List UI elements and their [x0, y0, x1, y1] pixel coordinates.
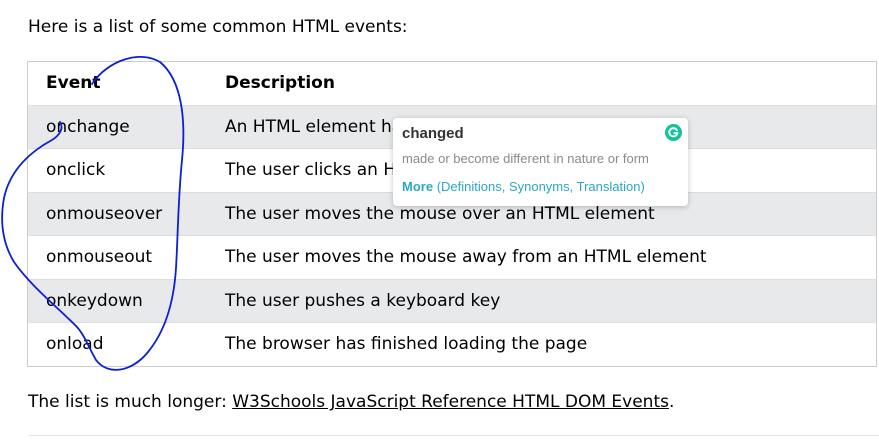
event-name: onclick	[46, 160, 106, 181]
more-links[interactable]: (Definitions, Synonyms, Translation)	[437, 179, 645, 194]
popup-word: changed	[402, 125, 464, 142]
dom-events-reference-link[interactable]: W3Schools JavaScript Reference HTML DOM …	[232, 392, 669, 412]
page: Here is a list of some common HTML event…	[0, 0, 879, 442]
event-name: onkeydown	[46, 290, 143, 311]
outro-text: The list is much longer: W3Schools JavaS…	[28, 389, 674, 415]
header-description: Description	[225, 61, 877, 106]
grammarly-icon[interactable]	[665, 124, 682, 141]
more-link[interactable]: More	[402, 179, 433, 194]
header-event: Event	[27, 61, 225, 106]
event-name: onmouseover	[46, 203, 163, 224]
events-table: Event Description onchange An HTML eleme…	[27, 61, 877, 367]
dictionary-popup: changed made or become different in natu…	[393, 118, 688, 206]
outro-prefix: The list is much longer:	[28, 392, 233, 412]
event-name: onmouseout	[46, 247, 153, 268]
divider	[28, 435, 879, 436]
table-row: onmouseout The user moves the mouse away…	[27, 235, 877, 279]
event-name: onload	[46, 334, 104, 355]
table-row: onkeydown The user pushes a keyboard key	[27, 279, 877, 323]
event-description: The user moves the mouse away from an HT…	[225, 247, 707, 268]
table-header-row: Event Description	[27, 61, 877, 106]
popup-more-row: More (Definitions, Synonyms, Translation…	[402, 179, 645, 194]
popup-definition: made or become different in nature or fo…	[402, 151, 649, 166]
event-name: onchange	[46, 116, 130, 137]
event-description: The user pushes a keyboard key	[225, 290, 501, 311]
event-description: The browser has finished loading the pag…	[225, 334, 588, 355]
outro-suffix: .	[668, 392, 675, 412]
table-row: onload The browser has finished loading …	[27, 322, 877, 366]
intro-text: Here is a list of some common HTML event…	[28, 17, 408, 37]
